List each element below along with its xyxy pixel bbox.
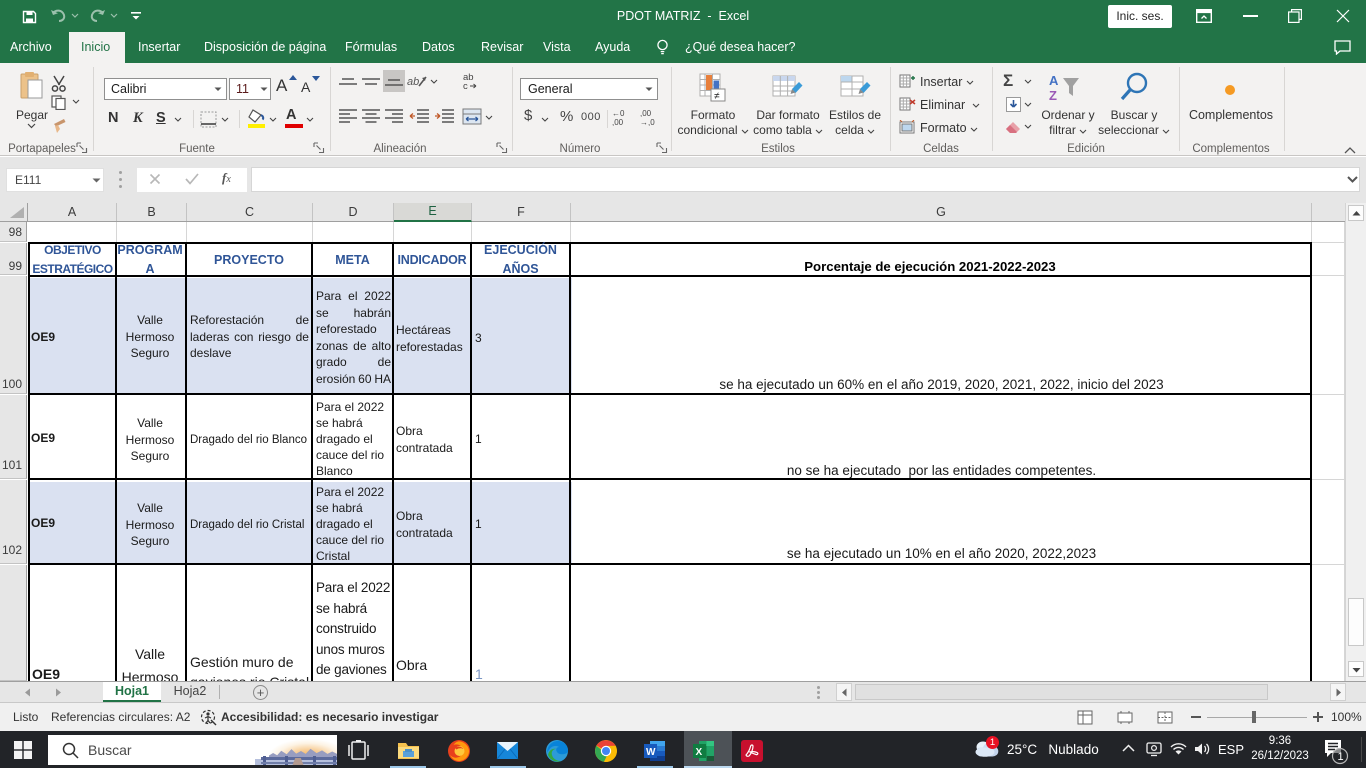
svg-text:X: X — [696, 747, 703, 758]
svg-text:1: 1 — [1338, 751, 1344, 763]
svg-text:←0: ←0 — [612, 109, 625, 118]
svg-text:→,0: →,0 — [640, 118, 655, 126]
svg-text:W: W — [646, 747, 656, 758]
svg-text:,00: ,00 — [640, 109, 652, 118]
svg-text:c: c — [463, 81, 468, 91]
svg-text:≠: ≠ — [714, 91, 720, 102]
svg-text:Z: Z — [1049, 88, 1057, 103]
svg-text:ab: ab — [407, 76, 419, 88]
svg-text:A: A — [1049, 73, 1059, 88]
svg-text:,00: ,00 — [612, 118, 624, 126]
